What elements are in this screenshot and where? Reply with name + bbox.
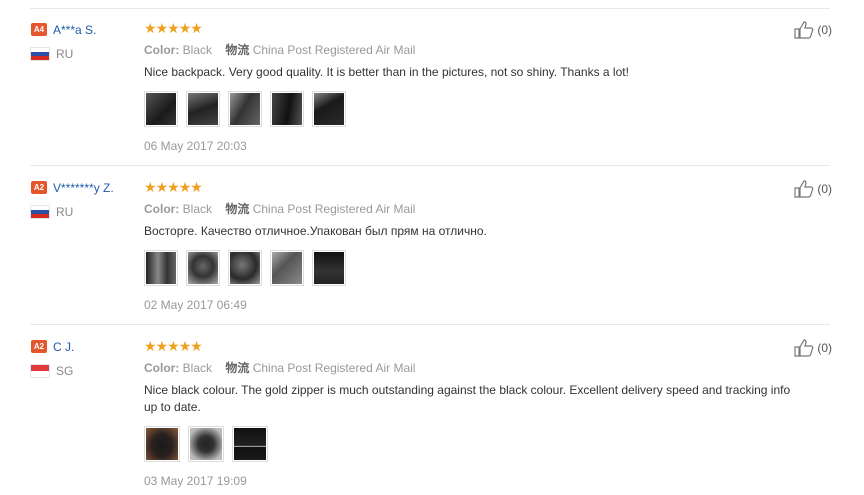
helpful-count: (0) [817, 341, 832, 355]
review-photos [144, 250, 804, 286]
shipping-label: 物流 [225, 43, 250, 57]
order-info: Color: Black 物流 China Post Registered Ai… [144, 360, 804, 376]
russia-flag-icon [31, 48, 49, 60]
buyer-level-badge: A2 [31, 340, 47, 354]
order-info: Color: Black 物流 China Post Registered Ai… [144, 42, 804, 58]
reviewer-country: RU [31, 47, 141, 61]
color-value: Black [182, 43, 213, 57]
reviewer-info: A2 V*******y Z. RU [31, 179, 141, 219]
shipping-label: 物流 [225, 202, 250, 216]
helpful-count: (0) [817, 182, 832, 196]
thumbs-up-icon [794, 180, 814, 198]
reviewer-name[interactable]: A***a S. [53, 23, 96, 37]
review-item: A2 V*******y Z. RU ★★★★★ Color: Black 物流 … [30, 166, 832, 325]
country-code: SG [56, 364, 74, 378]
reviewer-country: RU [31, 205, 141, 219]
star-icon: ★ [144, 338, 157, 354]
star-icon: ★ [190, 338, 203, 354]
star-icon: ★ [155, 20, 169, 36]
reviewer-name[interactable]: C J. [53, 340, 74, 354]
review-date: 02 May 2017 06:49 [144, 298, 247, 312]
reviewer-country: SG [31, 364, 141, 378]
review-photo-thumbnail[interactable] [144, 250, 178, 286]
helpful-button[interactable]: (0) [794, 21, 832, 39]
star-icon: ★ [144, 20, 157, 36]
review-photo-thumbnail[interactable] [228, 91, 262, 127]
reviewer-info: A2 C J. SG [31, 338, 141, 378]
review-date: 06 May 2017 20:03 [144, 139, 247, 153]
star-rating: ★★★★★ [144, 20, 804, 36]
star-rating: ★★★★★ [144, 179, 804, 195]
star-icon: ★ [167, 338, 180, 354]
star-icon: ★ [155, 338, 169, 354]
country-code: RU [56, 47, 74, 61]
review-content: ★★★★★ Color: Black 物流 China Post Registe… [144, 20, 804, 153]
review-photo-thumbnail[interactable] [312, 250, 346, 286]
star-rating: ★★★★★ [144, 338, 804, 354]
review-photo-thumbnail[interactable] [270, 250, 304, 286]
helpful-button[interactable]: (0) [794, 339, 832, 357]
divider [30, 8, 830, 9]
reviewer-name[interactable]: V*******y Z. [53, 181, 114, 195]
review-text: Nice black colour. The gold zipper is mu… [144, 383, 791, 414]
russia-flag-icon [31, 206, 49, 218]
review-photos [144, 426, 804, 462]
star-icon: ★ [167, 20, 180, 36]
review-text: Nice backpack. Very good quality. It is … [144, 65, 629, 79]
review-photo-thumbnail[interactable] [144, 426, 180, 462]
color-label: Color: [144, 202, 180, 216]
review-photo-thumbnail[interactable] [186, 91, 220, 127]
review-photo-thumbnail[interactable] [186, 250, 220, 286]
reviewer-info: A4 A***a S. RU [31, 21, 141, 61]
review-content: ★★★★★ Color: Black 物流 China Post Registe… [144, 338, 804, 488]
color-label: Color: [144, 361, 180, 375]
color-value: Black [182, 202, 213, 216]
country-code: RU [56, 205, 74, 219]
shipping-value: China Post Registered Air Mail [252, 202, 416, 216]
review-photo-thumbnail[interactable] [232, 426, 268, 462]
singapore-flag-icon [31, 365, 49, 377]
star-icon: ★ [178, 20, 192, 36]
review-photos [144, 91, 804, 127]
review-photo-thumbnail[interactable] [144, 91, 178, 127]
star-icon: ★ [144, 179, 157, 195]
star-icon: ★ [190, 20, 203, 36]
helpful-button[interactable]: (0) [794, 180, 832, 198]
review-photo-thumbnail[interactable] [228, 250, 262, 286]
thumbs-up-icon [794, 339, 814, 357]
color-label: Color: [144, 43, 180, 57]
review-item: A4 A***a S. RU ★★★★★ Color: Black 物流 Chin… [30, 0, 832, 166]
review-item: A2 C J. SG ★★★★★ Color: Black 物流 China Po… [30, 325, 832, 495]
buyer-level-badge: A2 [31, 181, 47, 195]
thumbs-up-icon [794, 21, 814, 39]
shipping-value: China Post Registered Air Mail [252, 361, 416, 375]
star-icon: ★ [167, 179, 180, 195]
review-text: Восторге. Качество отличное.Упакован был… [144, 224, 487, 238]
color-value: Black [182, 361, 213, 375]
review-photo-thumbnail[interactable] [188, 426, 224, 462]
star-icon: ★ [155, 179, 169, 195]
shipping-label: 物流 [225, 361, 250, 375]
star-icon: ★ [178, 179, 192, 195]
order-info: Color: Black 物流 China Post Registered Ai… [144, 201, 804, 217]
star-icon: ★ [190, 179, 203, 195]
shipping-value: China Post Registered Air Mail [252, 43, 416, 57]
helpful-count: (0) [817, 23, 832, 37]
review-content: ★★★★★ Color: Black 物流 China Post Registe… [144, 179, 804, 312]
review-photo-thumbnail[interactable] [312, 91, 346, 127]
buyer-level-badge: A4 [31, 23, 47, 37]
review-date: 03 May 2017 19:09 [144, 474, 247, 488]
star-icon: ★ [178, 338, 192, 354]
review-photo-thumbnail[interactable] [270, 91, 304, 127]
